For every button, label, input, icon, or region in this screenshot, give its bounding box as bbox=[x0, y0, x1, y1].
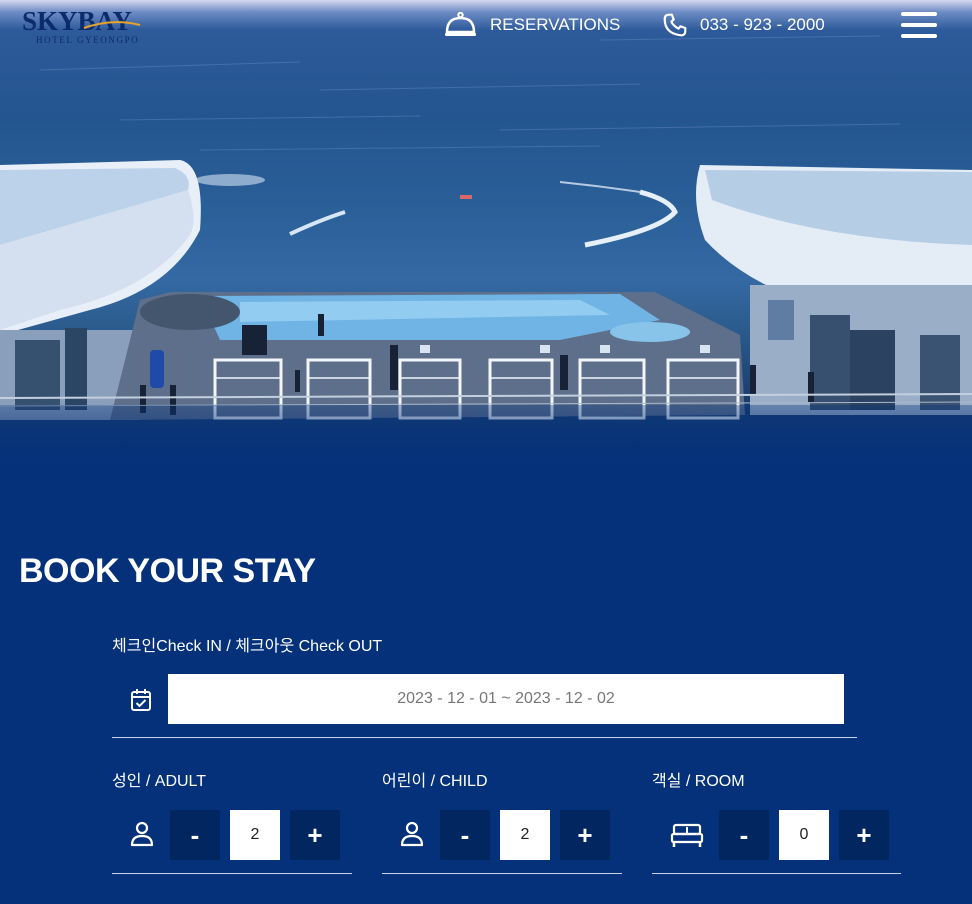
book-your-stay-title: BOOK YOUR STAY bbox=[19, 552, 316, 590]
person-icon bbox=[400, 821, 424, 847]
menu-line bbox=[901, 12, 937, 16]
date-range-input[interactable] bbox=[168, 674, 844, 724]
adult-increment-button[interactable]: + bbox=[290, 810, 340, 860]
menu-line bbox=[901, 23, 937, 27]
child-increment-button[interactable]: + bbox=[560, 810, 610, 860]
child-decrement-button[interactable]: - bbox=[440, 810, 490, 860]
room-decrement-button[interactable]: - bbox=[719, 810, 769, 860]
hero-image bbox=[0, 0, 972, 480]
menu-line bbox=[901, 34, 937, 38]
child-label: 어린이 / CHILD bbox=[382, 773, 488, 790]
phone-icon bbox=[663, 13, 687, 37]
reservations-label: RESERVATIONS bbox=[490, 15, 621, 34]
room-stepper: 객실 / ROOM - + bbox=[652, 767, 901, 874]
reservations-link[interactable]: RESERVATIONS bbox=[444, 10, 620, 40]
room-label: 객실 / ROOM bbox=[652, 773, 745, 790]
date-range-row bbox=[112, 674, 857, 738]
bed-icon bbox=[670, 823, 704, 847]
adult-stepper: 성인 / ADULT - + bbox=[112, 767, 352, 874]
adult-decrement-button[interactable]: - bbox=[170, 810, 220, 860]
child-quantity-input[interactable] bbox=[500, 810, 550, 860]
hamburger-menu-icon[interactable] bbox=[901, 12, 937, 40]
person-icon bbox=[130, 821, 154, 847]
skybay-logo[interactable]: SKYBAY HOTEL GYEONGPO bbox=[22, 6, 154, 48]
adult-quantity-input[interactable] bbox=[230, 810, 280, 860]
room-quantity-input[interactable] bbox=[779, 810, 829, 860]
child-stepper: 어린이 / CHILD - + bbox=[382, 767, 622, 874]
calendar-check-icon bbox=[131, 689, 151, 711]
phone-number: 033 - 923 - 2000 bbox=[700, 15, 825, 34]
room-service-bell-icon bbox=[445, 12, 476, 36]
room-increment-button[interactable]: + bbox=[839, 810, 889, 860]
check-in-out-label: 체크인Check IN / 체크아웃 Check OUT bbox=[112, 638, 383, 655]
logo-subtitle: HOTEL GYEONGPO bbox=[36, 35, 140, 45]
logo-swoosh-icon bbox=[83, 21, 141, 29]
hotel-pool-scene bbox=[0, 35, 972, 480]
phone-link[interactable]: 033 - 923 - 2000 bbox=[662, 10, 825, 40]
adult-label: 성인 / ADULT bbox=[112, 773, 207, 790]
